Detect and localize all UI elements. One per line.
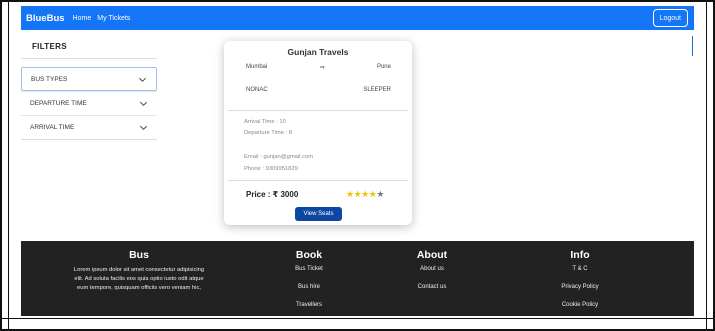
nav-link-my-tickets[interactable]: My Tickets — [97, 15, 130, 22]
card-divider — [228, 180, 408, 181]
footer-heading: Book — [295, 249, 323, 261]
bus-card: Gunjan Travels Mumbai ⇒ Pune NONAC SLEEP… — [224, 41, 412, 225]
view-seats-button[interactable]: View Seats — [295, 207, 342, 221]
ac-type: NONAC — [246, 87, 268, 93]
filter-label: BUS TYPES — [31, 75, 68, 83]
footer-heading: Bus — [129, 249, 149, 261]
route: Mumbai ⇒ Pune — [246, 64, 391, 71]
footer-link-about-us[interactable]: About us — [402, 266, 462, 284]
filter-label: DEPARTURE TIME — [30, 100, 87, 107]
departure-time: Departure Time : 8 — [244, 130, 293, 136]
footer: Bus Lorem ipsum dolor sit amet consectet… — [21, 241, 694, 316]
seat-type: SLEEPER — [363, 87, 391, 93]
route-to: Pune — [376, 64, 391, 70]
filter-arrival-time[interactable]: ARRIVAL TIME — [21, 115, 157, 139]
bus-type: NONAC SLEEPER — [246, 87, 391, 93]
nav-link-home[interactable]: Home — [73, 15, 92, 22]
scroll-indicator — [692, 36, 693, 56]
footer-heading: Info — [570, 249, 590, 261]
rating-stars: ★★★★★ — [346, 189, 384, 200]
star-filled-icon: ★ — [361, 189, 369, 199]
star-empty-icon: ★ — [376, 189, 384, 199]
footer-link-bus-hire[interactable]: Bus hire — [279, 284, 339, 302]
route-from: Mumbai — [246, 64, 268, 70]
arrival-time: Arrival Time : 10 — [244, 119, 286, 125]
footer-link-terms[interactable]: T & C — [545, 266, 615, 284]
footer-col-book: Book Bus Ticket Bus hire Travellers — [279, 249, 339, 320]
footer-link-privacy-policy[interactable]: Privacy Policy — [545, 284, 615, 302]
chevron-down-icon — [139, 77, 146, 82]
filter-departure-time[interactable]: DEPARTURE TIME — [21, 91, 157, 115]
filter-list: BUS TYPES DEPARTURE TIME ARRIVAL TIME — [21, 67, 157, 140]
footer-heading: About — [416, 249, 448, 261]
price: Price : ₹ 3000 — [246, 190, 299, 199]
footer-col-bus: Bus Lorem ipsum dolor sit amet consectet… — [69, 249, 209, 293]
chevron-down-icon — [140, 125, 147, 130]
filter-bus-types[interactable]: BUS TYPES — [21, 67, 157, 91]
footer-link-travellers[interactable]: Travellers — [279, 302, 339, 320]
chevron-down-icon — [140, 101, 147, 106]
filters-sidebar: FILTERS BUS TYPES DEPARTURE TIME ARRIVAL… — [21, 36, 157, 140]
operator-name: Gunjan Travels — [287, 47, 349, 57]
frame-line-left — [8, 0, 9, 331]
star-filled-icon: ★ — [346, 189, 354, 199]
operator-email: Email : gunjan@gmail.com — [244, 154, 314, 160]
route-arrow-icon: ⇒ — [319, 65, 325, 71]
footer-col-about: About About us Contact us — [402, 249, 462, 302]
footer-description: Lorem ipsum dolor sit amet consectetur a… — [73, 267, 205, 291]
footer-col-info: Info T & C Privacy Policy Cookie Policy — [545, 249, 615, 320]
filters-title: FILTERS — [21, 36, 157, 59]
brand-logo[interactable]: BlueBus — [26, 13, 65, 24]
logout-button[interactable]: Logout — [652, 9, 688, 27]
filter-label: ARRIVAL TIME — [30, 124, 75, 131]
footer-link-contact-us[interactable]: Contact us — [402, 284, 462, 302]
footer-link-cookie-policy[interactable]: Cookie Policy — [545, 302, 615, 320]
card-divider — [228, 110, 408, 111]
navbar: BlueBus Home My Tickets Logout — [21, 6, 694, 30]
operator-phone: Phone : 9309951829 — [244, 166, 298, 172]
footer-link-bus-ticket[interactable]: Bus Ticket — [279, 266, 339, 284]
frame-line-right — [706, 0, 707, 331]
